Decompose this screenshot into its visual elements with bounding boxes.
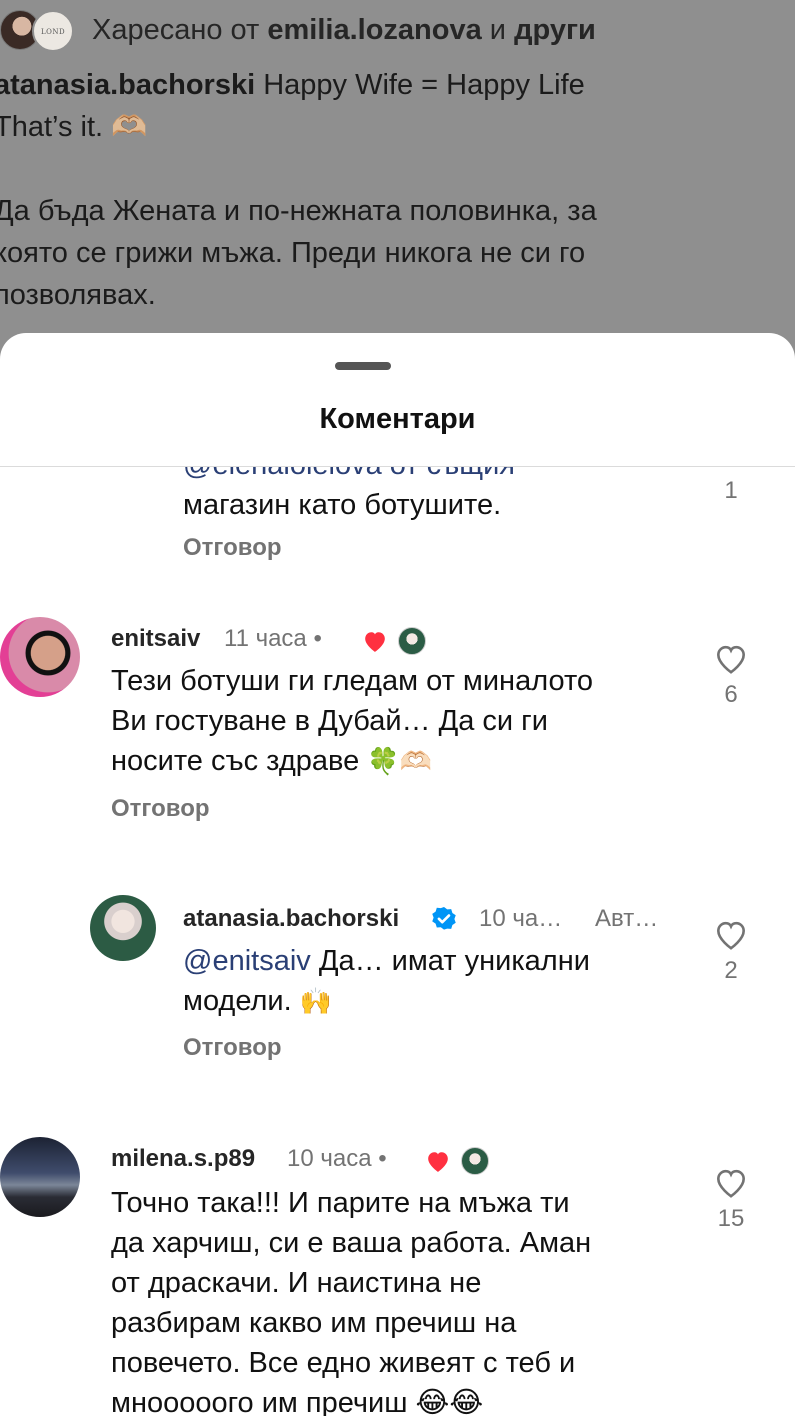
- comment-partial-line: @elenalolelova от същия: [183, 467, 515, 485]
- comments-sheet: Коментари @elenalolelova от същия магази…: [0, 333, 795, 1416]
- comment-text-line-2: модели.: [183, 985, 292, 1017]
- liker-avatar-logo: LOND: [32, 10, 74, 52]
- drag-handle[interactable]: [335, 362, 391, 370]
- like-count: 2: [724, 957, 738, 984]
- comment-reply-partial: @elenalolelova от същия магазин като бот…: [0, 467, 795, 577]
- verified-badge-icon: [432, 907, 456, 930]
- like-count: 6: [724, 681, 738, 708]
- comment-time: 11 часа •: [224, 625, 322, 652]
- caption-line-3: Да бъда Жената и по-нежната половинка, з…: [0, 195, 597, 227]
- comment-text: @elenalolelova от същия магазин като бот…: [183, 467, 515, 525]
- like-count-column: 1: [711, 471, 751, 505]
- reply-button[interactable]: Отговор: [183, 1034, 282, 1062]
- comment-text-line-1: Точно така!!! И парите на мъжа ти: [111, 1187, 570, 1219]
- heart-outline-icon[interactable]: [712, 641, 750, 675]
- sheet-title: Коментари: [319, 403, 476, 435]
- comment-text-line-6: мнооооого им пречиш 😂😂: [111, 1387, 484, 1416]
- liked-by-row[interactable]: LOND Харесано от emilia.lozanova и други: [0, 6, 795, 58]
- comment-text-line-3: носите със здраве: [111, 745, 360, 777]
- liked-others[interactable]: други: [514, 14, 596, 46]
- liked-user[interactable]: emilia.lozanova: [267, 14, 481, 46]
- reply-button[interactable]: Отговор: [183, 534, 282, 562]
- background-post: LOND Харесано от emilia.lozanova и други…: [0, 0, 795, 380]
- comment-username[interactable]: atanasia.bachorski: [183, 905, 399, 933]
- caption-line-4: която се грижи мъжа. Преди никога не си …: [0, 237, 586, 269]
- caption-username[interactable]: atanasia.bachorski: [0, 69, 255, 101]
- comment-time: 10 часа •: [287, 1145, 387, 1172]
- comment-text-line-1: Тези ботуши ги гледам от миналото: [111, 665, 594, 697]
- comment-text-line-4: разбирам какво им пречиш на: [111, 1307, 517, 1339]
- caption-line-5: позволявах.: [0, 279, 156, 311]
- comment-text-line-2: да харчиш, си е ваша работа. Аман: [111, 1227, 592, 1259]
- post-caption: atanasia.bachorski Happy Wife = Happy Li…: [0, 64, 794, 316]
- reply-button[interactable]: Отговор: [111, 795, 210, 823]
- comment: milena.s.p89 10 часа • Точно така!!! И п…: [0, 1137, 795, 1416]
- like-count: 1: [724, 477, 738, 504]
- comment-text-line-3: от драскачи. И наистина не: [111, 1267, 482, 1299]
- creator-avatar: [398, 627, 426, 655]
- comment-text: Тези ботуши ги гледам от миналото Ви гос…: [111, 661, 593, 782]
- comment-text: @enitsaiv Да… имат уникални модели. 🙌: [183, 941, 590, 1022]
- avatar[interactable]: [0, 617, 80, 697]
- avatar[interactable]: [90, 895, 156, 961]
- heart-filled-icon: [428, 1152, 448, 1172]
- mention-link[interactable]: @enitsaiv: [183, 945, 311, 977]
- comment-username[interactable]: milena.s.p89: [111, 1145, 255, 1173]
- comment: enitsaiv 11 часа • Тези ботуши ги гледам…: [0, 617, 795, 847]
- caption-line-1: Happy Wife = Happy Life: [255, 69, 585, 101]
- comment-text-line-1: Да… имат уникални: [310, 945, 590, 977]
- avatar[interactable]: [0, 1137, 80, 1217]
- caption-line-2: That’s it. 🫶🏼: [0, 111, 148, 143]
- author-badge: Авт…: [595, 905, 659, 932]
- creator-avatar: [461, 1147, 489, 1175]
- liked-prefix: Харесано от: [92, 14, 268, 46]
- like-count: 15: [717, 1205, 745, 1232]
- comment-username[interactable]: enitsaiv: [111, 625, 200, 653]
- comment-text-line-5: повечето. Все едно живеят с теб и: [111, 1347, 576, 1379]
- like-button[interactable]: 2: [711, 917, 751, 985]
- comment-reply: atanasia.bachorski 10 ча… Авт… @enitsaiv…: [0, 895, 795, 1117]
- liked-and: и: [481, 14, 515, 46]
- heart-outline-icon[interactable]: [712, 917, 750, 951]
- liked-by-text: Харесано от emilia.lozanova и други: [92, 14, 596, 47]
- comment-text-line-2: Ви гостуване в Дубай… Да си ги: [111, 705, 548, 737]
- comment-text: Точно така!!! И парите на мъжа ти да хар…: [111, 1183, 591, 1416]
- comment-text-line-2: магазин като ботушите.: [183, 489, 502, 521]
- comment-emoji: 🍀🫶🏻: [367, 747, 433, 777]
- heart-filled-icon: [365, 632, 385, 652]
- comment-time: 10 ча…: [479, 905, 563, 932]
- comment-list[interactable]: @elenalolelova от същия магазин като бот…: [0, 467, 795, 1416]
- like-button[interactable]: 6: [711, 641, 751, 709]
- like-button[interactable]: 15: [711, 1165, 751, 1233]
- comment-emoji: 🙌: [299, 987, 333, 1017]
- heart-outline-icon[interactable]: [712, 1165, 750, 1199]
